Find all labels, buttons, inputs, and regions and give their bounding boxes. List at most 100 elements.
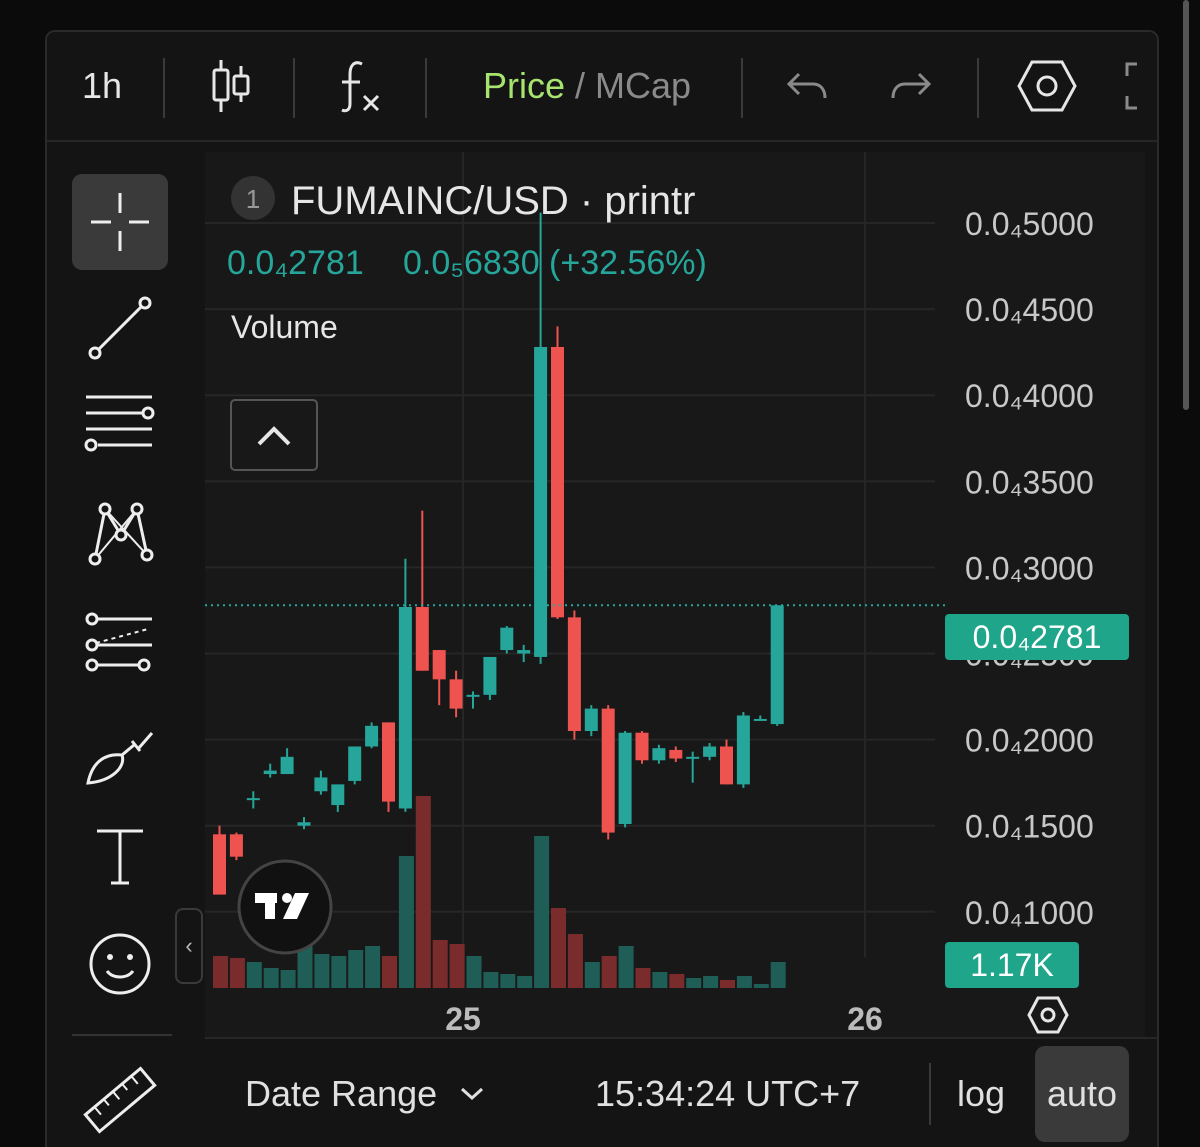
price-chart[interactable]: 0.0₄5000 0.0₄4500 0.0₄4000 0.0₄3500 0.0₄3000… bbox=[205, 152, 1145, 1037]
price-axis-label: 0.0₄3000 bbox=[965, 550, 1094, 586]
price-axis: 0.0₄5000 0.0₄4500 0.0₄4000 0.0₄3500 0.0₄3000… bbox=[965, 206, 1094, 931]
candles-button[interactable] bbox=[195, 32, 267, 140]
candle-body bbox=[415, 607, 429, 671]
volume-bar bbox=[483, 972, 499, 988]
clock[interactable]: 15:34:24 UTC+7 bbox=[595, 1039, 860, 1147]
candle-body bbox=[534, 346, 548, 657]
volume-bar bbox=[736, 976, 752, 988]
interval-button[interactable]: 1h bbox=[67, 32, 137, 140]
legend-index: 1 bbox=[246, 184, 260, 214]
price-axis-label: 0.0₄5000 bbox=[965, 206, 1094, 242]
horizontal-lines-tool[interactable] bbox=[72, 376, 168, 472]
price-toggle[interactable]: Price bbox=[483, 65, 565, 107]
log-label: log bbox=[957, 1073, 1006, 1114]
candle-body bbox=[770, 605, 784, 725]
chevron-up-icon bbox=[257, 426, 291, 446]
candle-body bbox=[280, 756, 294, 775]
ruler-icon bbox=[83, 1066, 157, 1134]
volume-bar bbox=[551, 908, 566, 988]
fullscreen-button[interactable] bbox=[1123, 32, 1157, 140]
price-mcap-toggle[interactable]: Price / MCap bbox=[457, 32, 717, 140]
price-axis-label: 0.0₄4500 bbox=[965, 292, 1094, 328]
volume-bar bbox=[669, 974, 685, 988]
collapse-volume-button[interactable] bbox=[230, 399, 318, 471]
toggle-separator: / bbox=[574, 65, 585, 106]
candle-body bbox=[365, 725, 379, 747]
axis-settings-icon bbox=[1027, 996, 1069, 1034]
candle-body bbox=[669, 749, 683, 759]
toolbar-divider bbox=[425, 58, 427, 118]
mcap-toggle[interactable]: MCap bbox=[595, 65, 691, 107]
volume-bar bbox=[213, 956, 228, 988]
crosshair-tool[interactable] bbox=[72, 174, 168, 270]
chart-widget: 1h Price / MCap 0.0₄5000 0.0₄4500 0.0₄40… bbox=[45, 30, 1159, 1147]
candles-icon bbox=[212, 60, 250, 112]
candle-body bbox=[263, 770, 277, 775]
indicators-button[interactable] bbox=[323, 32, 399, 140]
volume-bar bbox=[652, 972, 668, 988]
ruler-tool[interactable] bbox=[72, 1052, 168, 1147]
collapse-toolbar-handle[interactable]: ‹ bbox=[175, 908, 203, 984]
volume-bar bbox=[382, 956, 397, 988]
redo-button[interactable] bbox=[873, 32, 949, 140]
volume-bar bbox=[466, 956, 482, 988]
trend-line-tool[interactable] bbox=[72, 280, 168, 376]
forecast-tool[interactable] bbox=[72, 598, 168, 694]
chevron-down-icon bbox=[461, 1087, 484, 1101]
price-axis-label: 0.0₄1500 bbox=[965, 809, 1094, 845]
candle-body bbox=[246, 798, 260, 801]
tradingview-logo bbox=[237, 859, 333, 955]
candle-body bbox=[551, 346, 564, 618]
candle-body bbox=[297, 822, 311, 826]
brush-icon bbox=[86, 732, 154, 785]
interval-label: 1h bbox=[81, 65, 123, 106]
undo-icon bbox=[786, 72, 827, 99]
volume-bar bbox=[500, 974, 516, 988]
candle-body bbox=[213, 834, 226, 895]
volume-bar bbox=[280, 970, 296, 988]
log-toggle[interactable]: log bbox=[957, 1039, 1005, 1147]
volume-bar bbox=[449, 944, 465, 988]
volume-bar bbox=[635, 968, 651, 988]
forecast-icon bbox=[85, 612, 152, 672]
candle-body bbox=[618, 732, 632, 824]
candle-body bbox=[652, 748, 666, 761]
crosshair-icon bbox=[91, 193, 149, 251]
price-axis-label: 0.0₄1000 bbox=[965, 895, 1094, 931]
bottom-bar: Date Range 15:34:24 UTC+7 log auto bbox=[205, 1037, 1157, 1147]
legend-change: 0.0₅6830 (+32.56%) bbox=[403, 244, 707, 282]
chart-canvas[interactable]: 0.0₄5000 0.0₄4500 0.0₄4000 0.0₄3500 0.0₄3000… bbox=[205, 152, 1145, 1037]
emoji-tool[interactable] bbox=[72, 916, 168, 1012]
pattern-tool[interactable] bbox=[72, 486, 168, 582]
volume-bar bbox=[686, 978, 702, 988]
volume-bar bbox=[432, 940, 448, 988]
auto-toggle[interactable]: auto bbox=[1035, 1046, 1130, 1142]
volume-bar bbox=[415, 796, 431, 988]
candle-body bbox=[449, 679, 463, 709]
candle-body bbox=[229, 834, 243, 857]
indicators-fx-icon bbox=[341, 61, 380, 113]
brush-tool[interactable] bbox=[72, 710, 168, 806]
page-scrollbar[interactable] bbox=[1183, 0, 1189, 410]
candle-body bbox=[398, 607, 412, 809]
fullscreen-icon bbox=[1125, 62, 1137, 110]
text-tool[interactable] bbox=[72, 808, 168, 904]
volume-bar bbox=[618, 946, 634, 988]
pattern-icon bbox=[88, 502, 154, 566]
undo-button[interactable] bbox=[769, 32, 845, 140]
candle-body bbox=[686, 756, 700, 759]
toolbar-divider bbox=[977, 58, 979, 118]
emoji-icon bbox=[89, 933, 151, 995]
time-label-26: 26 bbox=[847, 1001, 883, 1037]
candle-body bbox=[703, 746, 717, 757]
settings-button[interactable] bbox=[1009, 32, 1085, 140]
candle-body bbox=[584, 708, 598, 731]
volume-bar bbox=[770, 962, 786, 988]
date-range-button[interactable]: Date Range bbox=[245, 1039, 487, 1147]
volume-bar bbox=[753, 984, 769, 988]
price-axis-label: 0.0₄3500 bbox=[965, 464, 1094, 500]
redo-icon bbox=[891, 72, 932, 99]
volume-bar bbox=[398, 856, 414, 988]
text-icon bbox=[97, 829, 143, 885]
time-label-25: 25 bbox=[445, 1001, 481, 1037]
